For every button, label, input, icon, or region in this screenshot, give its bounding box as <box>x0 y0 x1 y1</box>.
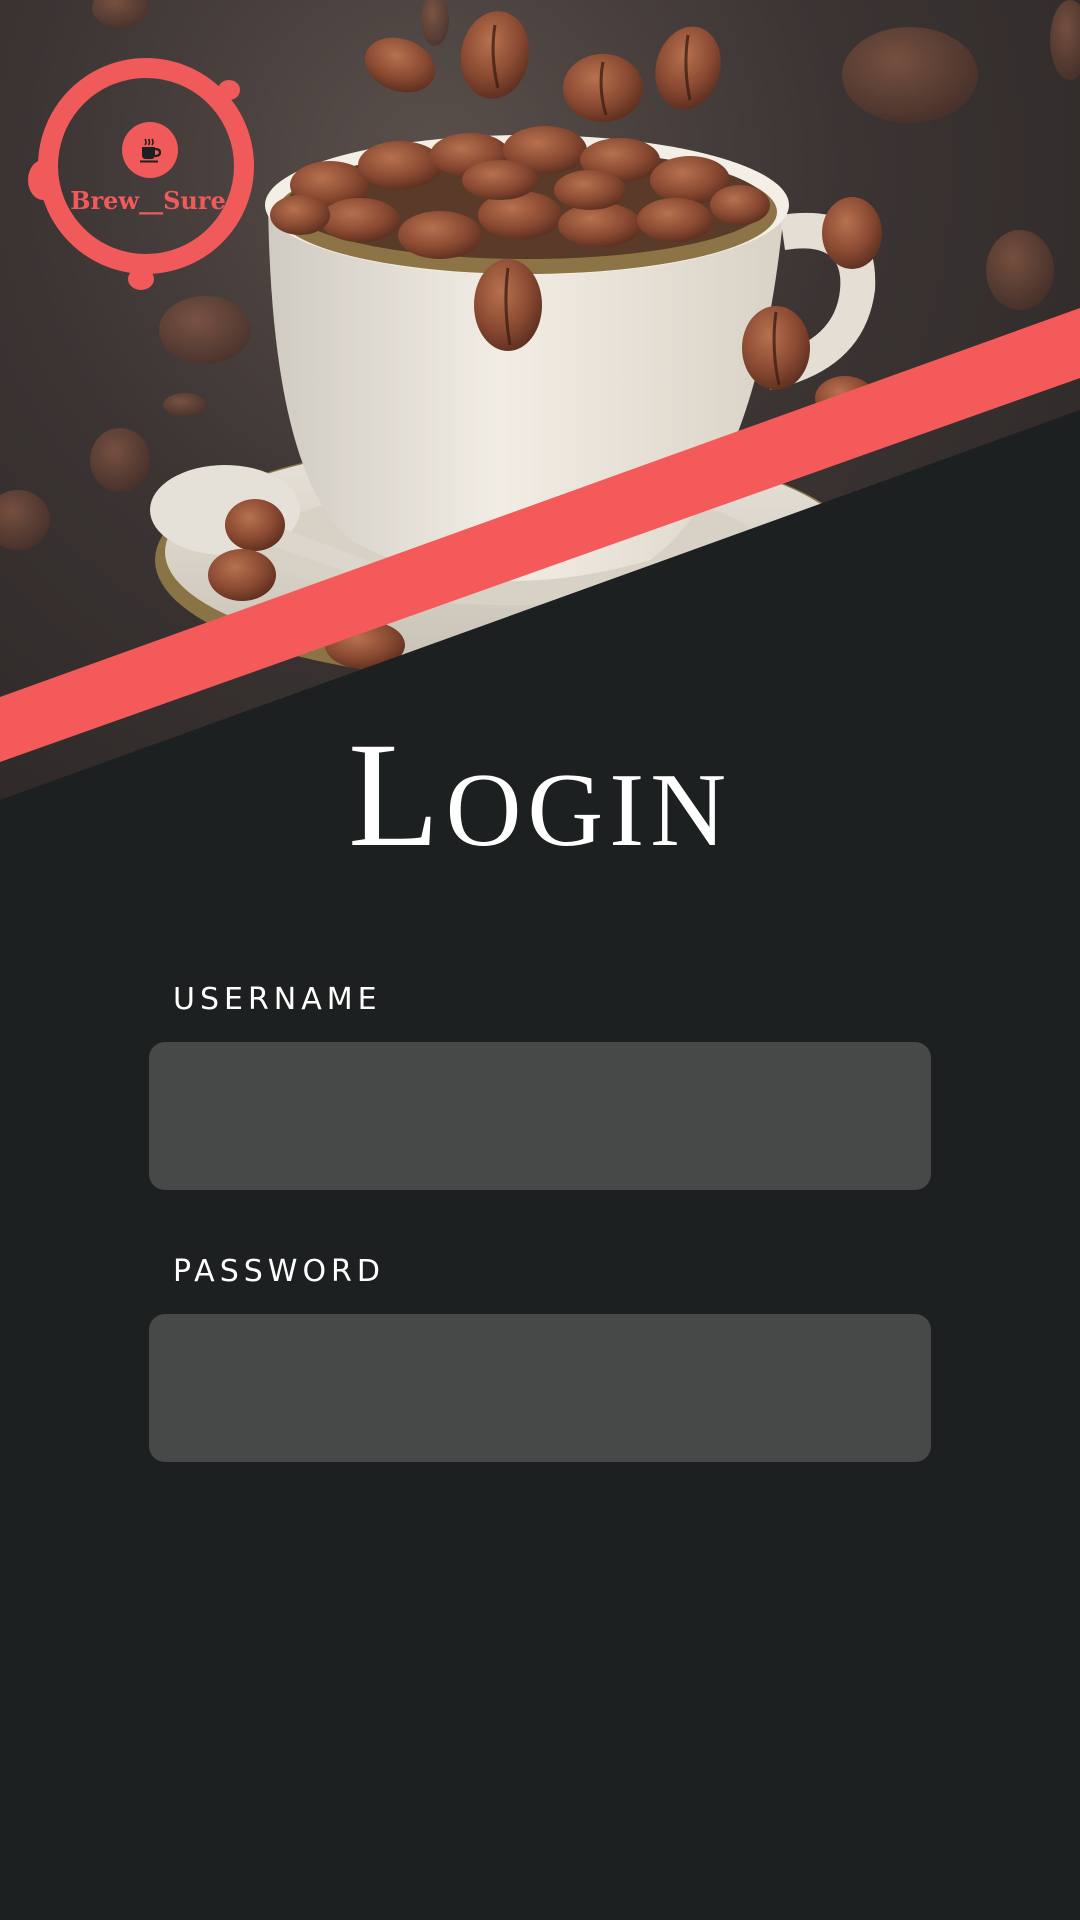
username-input[interactable] <box>149 1042 931 1190</box>
password-label: PASSWORD <box>173 1254 386 1289</box>
login-screen: Brew__Sure Login USERNAME PASSWORD <box>0 0 1080 1920</box>
password-input[interactable] <box>149 1314 931 1462</box>
coffee-cup-icon <box>122 122 178 178</box>
username-label: USERNAME <box>173 982 382 1017</box>
page-title: Login <box>347 712 733 878</box>
brand-logo: Brew__Sure <box>28 50 268 290</box>
brand-name: Brew__Sure <box>70 186 226 215</box>
